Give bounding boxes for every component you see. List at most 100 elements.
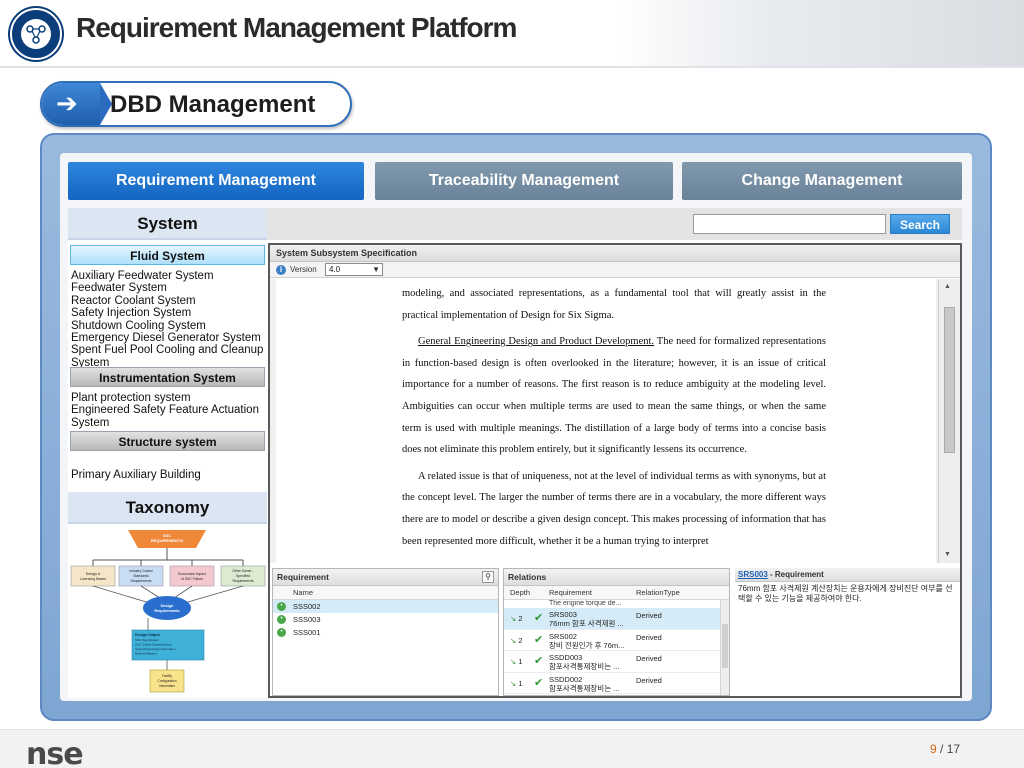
taxonomy-diagram: SSC REQUIREMENTS Design & Licensing Base… — [68, 526, 267, 698]
document-viewer: System Subsystem Specification i Version… — [268, 243, 962, 698]
requirement-panel: Requirement ⚲ Name • SSS002 • SSS003 • SSS0… — [272, 568, 499, 696]
requirement-detail-header: SRS003 - Requirement — [735, 568, 960, 582]
relation-arrow-icon: ↘ — [510, 614, 517, 623]
search-button[interactable]: Search — [890, 214, 950, 234]
version-select[interactable]: 4.0 ▼ — [325, 263, 383, 276]
relation-depth: 1 — [518, 678, 523, 688]
sidebar-item-shutdown-cooling[interactable]: Shutdown Cooling System — [71, 320, 267, 332]
table-row[interactable]: ↘ 2 ✔ SRS002 장비 전원인가 후 76m... Derived — [504, 630, 729, 651]
column-requirement[interactable]: Requirement — [549, 586, 592, 600]
svg-text:Information: Information — [159, 684, 175, 688]
relation-depth: 2 — [518, 635, 523, 645]
relation-desc: 76mm 함포 사격제원 ... — [549, 619, 624, 628]
scroll-down-icon[interactable]: ▼ — [944, 551, 951, 558]
arrow-right-icon: ➔ — [56, 88, 78, 118]
page-current: 9 — [930, 742, 937, 756]
scroll-up-icon[interactable]: ▲ — [944, 283, 951, 290]
taxonomy-box-economics-impact — [169, 565, 215, 587]
relation-id: SRS002 — [549, 631, 577, 641]
taxonomy-design-requirements-oval — [143, 596, 191, 620]
taxonomy-top-line2: REQUIREMENTS — [151, 538, 184, 543]
relations-scrollbar[interactable] — [720, 600, 729, 695]
sidebar-item-plant-protection[interactable]: Plant protection system — [71, 392, 267, 404]
network-icon — [26, 25, 46, 44]
relation-depth: 1 — [518, 657, 523, 666]
svg-text:of SSC Failure: of SSC Failure — [181, 577, 203, 581]
sidebar-item-primary-auxiliary-building[interactable]: Primary Auxiliary Building — [71, 469, 267, 481]
system-panel-title: System — [68, 208, 267, 240]
relation-type: Derived — [636, 675, 662, 685]
section-title: DBD Management — [110, 91, 316, 118]
version-label: Version — [290, 265, 317, 274]
svg-text:Specified: Specified — [236, 574, 250, 578]
scrollbar-thumb[interactable] — [722, 624, 728, 668]
svg-text:Facility: Facility — [162, 674, 172, 678]
tab-traceability-management[interactable]: Traceability Management — [375, 162, 673, 200]
footer-band — [0, 729, 1024, 768]
requirement-column-name[interactable]: Name — [273, 586, 498, 600]
document-title: System Subsystem Specification — [270, 245, 960, 262]
sidebar-item-esfas[interactable]: Engineered Safety Feature Actuation Syst… — [71, 404, 267, 429]
document-paragraph: A related issue is that of uniqueness, n… — [402, 470, 826, 547]
requirement-name: SSS002 — [293, 602, 321, 611]
sidebar-item-spent-fuel-pool[interactable]: Spent Fuel Pool Cooling and Cleanup Syst… — [71, 344, 267, 369]
document-body: modeling, and associated representations… — [270, 279, 960, 563]
taxonomy-box-design-licensing — [70, 565, 116, 587]
header-rule — [0, 66, 1024, 68]
relation-id: SSDD002 — [549, 674, 583, 684]
column-relation-type[interactable]: RelationType — [636, 586, 680, 600]
svg-text:Industry Codes/: Industry Codes/ — [129, 569, 153, 573]
tab-requirement-management[interactable]: Requirement Management — [68, 162, 364, 200]
relation-arrow-icon: ↘ — [510, 635, 517, 645]
scrollbar-thumb[interactable] — [944, 307, 955, 453]
table-row[interactable]: • SSS001 — [273, 626, 498, 639]
column-depth[interactable]: Depth — [510, 586, 530, 600]
university-seal-logo — [10, 8, 62, 60]
check-icon: ✔ — [534, 633, 544, 646]
page-number: 9 / 17 — [930, 742, 960, 756]
svg-text:Other Owner -: Other Owner - — [232, 569, 253, 573]
check-icon: ✔ — [534, 612, 544, 624]
table-row[interactable]: • SSS002 — [273, 600, 498, 613]
main-content: System Fluid System Auxiliary Feedwater … — [68, 208, 962, 698]
requirement-name: SSS003 — [293, 615, 321, 624]
relations-column-header: Depth Requirement RelationType — [504, 586, 729, 600]
requirement-detail-id[interactable]: SRS003 — [738, 570, 768, 579]
category-structure-system[interactable]: Structure system — [70, 431, 265, 451]
table-row[interactable]: ↘ 1 ✔ SSDD003 함포사격통제장비는 ... Derived — [504, 651, 729, 673]
relation-desc: 함포사격통제장비는 ... — [549, 683, 620, 693]
pin-icon[interactable]: ⚲ — [482, 571, 494, 583]
fluid-system-list: Auxiliary Feedwater System Feedwater Sys… — [71, 270, 267, 369]
relations-panel-title: Relations — [504, 569, 729, 586]
relation-arrow-icon: ↘ — [510, 657, 517, 666]
sidebar-item-reactor-coolant[interactable]: Reactor Coolant System — [71, 295, 267, 307]
document-scrollbar[interactable]: ▲ ▼ — [938, 279, 960, 563]
sidebar-item-emergency-diesel-generator[interactable]: Emergency Diesel Generator System — [71, 332, 267, 344]
table-row[interactable]: ↘ 2 ✔ SRS003 76mm 함포 사격제원 ... Derived — [504, 608, 729, 630]
document-paragraph: General Engineering Design and Product D… — [402, 331, 826, 461]
svg-text:Design: Design — [161, 604, 174, 608]
svg-text:Requirements: Requirements — [154, 609, 179, 613]
svg-text:Design &: Design & — [86, 572, 101, 576]
svg-text:Supporting Design Information: Supporting Design Information — [135, 647, 176, 651]
svg-text:Economics Impact: Economics Impact — [178, 572, 206, 576]
svg-text:Requirements: Requirements — [130, 579, 151, 583]
category-fluid-system[interactable]: Fluid System — [70, 245, 265, 265]
relation-type: Derived — [636, 654, 662, 663]
tab-change-management[interactable]: Change Management — [682, 162, 962, 200]
search-input[interactable] — [693, 214, 886, 234]
section-heading: ➔ DBD Management — [40, 81, 352, 127]
chevron-down-icon: ▼ — [372, 265, 380, 274]
relation-desc: 장비 전원인가 후 76m... — [549, 640, 625, 650]
document-paragraph-text: The need for formalized representations … — [402, 336, 827, 456]
page-title: Requirement Management Platform — [76, 12, 517, 43]
sidebar-item-auxiliary-feedwater[interactable]: Auxiliary Feedwater System — [71, 270, 267, 282]
svg-text:Standards: Standards — [133, 574, 149, 578]
table-row[interactable]: • SSS003 — [273, 613, 498, 626]
sidebar-item-safety-injection[interactable]: Safety Injection System — [71, 307, 267, 319]
check-icon: ✔ — [534, 676, 544, 689]
sidebar-item-feedwater[interactable]: Feedwater System — [71, 282, 267, 294]
document-heading-underlined: General Engineering Design and Product D… — [418, 336, 655, 348]
category-instrumentation-system[interactable]: Instrumentation System — [70, 367, 265, 387]
table-row[interactable]: ↘ 1 ✔ SSDD002 함포사격통제장비는 ... Derived — [504, 673, 729, 694]
